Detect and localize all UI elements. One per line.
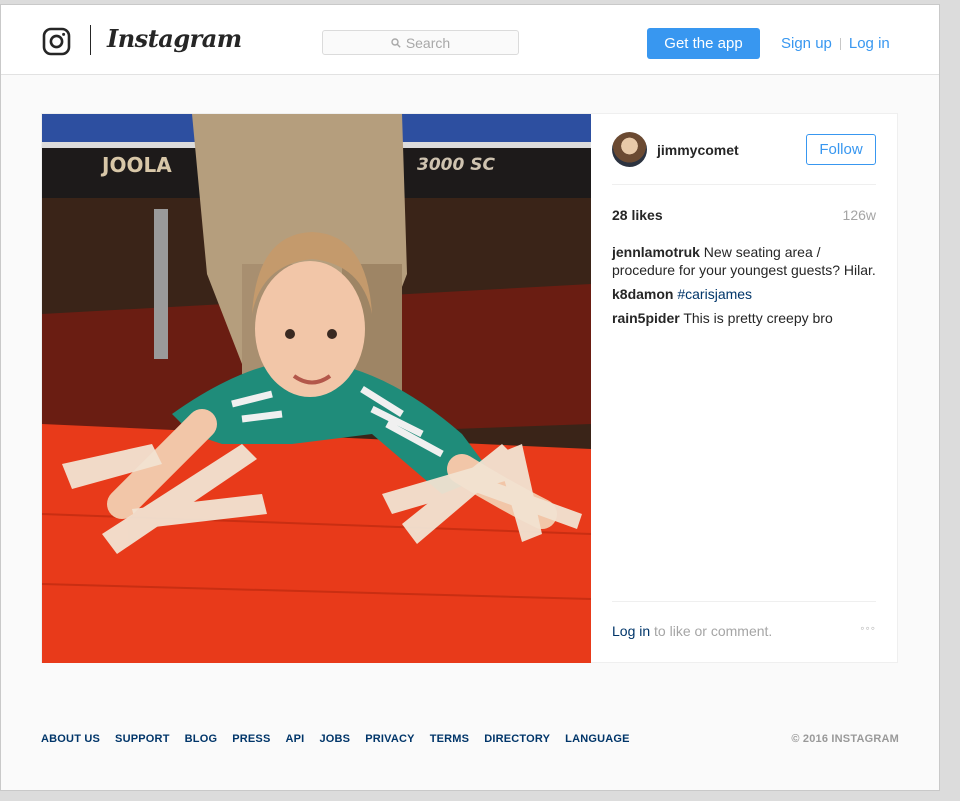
comment-username[interactable]: k8damon bbox=[612, 286, 673, 302]
auth-divider bbox=[839, 37, 841, 50]
follow-button[interactable]: Follow bbox=[806, 134, 876, 165]
logo-divider bbox=[90, 25, 91, 55]
instagram-wordmark[interactable]: Instagram bbox=[107, 24, 242, 53]
comment: jennlamotruk New seating area / procedur… bbox=[612, 243, 876, 279]
instagram-camera-icon[interactable] bbox=[42, 27, 71, 56]
post-age[interactable]: 126w bbox=[843, 207, 876, 223]
login-to-comment-link[interactable]: Log in bbox=[612, 623, 650, 639]
browser-page: Instagram Search Get the app Sign up Log… bbox=[0, 4, 940, 791]
login-prompt: Log in to like or comment. bbox=[612, 623, 772, 639]
auth-links: Sign up Log in bbox=[781, 35, 890, 52]
comment-text: This is pretty creepy bro bbox=[683, 310, 833, 326]
hashtag-link[interactable]: #carisjames bbox=[677, 286, 752, 302]
get-the-app-button[interactable]: Get the app bbox=[647, 28, 760, 59]
search-icon bbox=[391, 37, 401, 48]
footer-links: ABOUT US SUPPORT BLOG PRESS API JOBS PRI… bbox=[41, 733, 899, 745]
top-nav: Instagram Search Get the app Sign up Log… bbox=[1, 5, 939, 75]
footer-link-directory[interactable]: DIRECTORY bbox=[484, 733, 550, 745]
post-username[interactable]: jimmycomet bbox=[657, 142, 739, 158]
likes-count[interactable]: 28 likes bbox=[612, 207, 663, 223]
footer-link-press[interactable]: PRESS bbox=[232, 733, 270, 745]
comment-username[interactable]: jennlamotruk bbox=[612, 244, 700, 260]
page-footer: ABOUT US SUPPORT BLOG PRESS API JOBS PRI… bbox=[41, 733, 899, 745]
log-in-link[interactable]: Log in bbox=[849, 35, 890, 52]
copyright: © 2016 INSTAGRAM bbox=[791, 733, 899, 745]
comment-username[interactable]: rain5pider bbox=[612, 310, 680, 326]
footer-link-language[interactable]: LANGUAGE bbox=[565, 733, 630, 745]
post-sidebar: jimmycomet Follow 28 likes 126w jennlamo… bbox=[591, 114, 897, 663]
post-actions: Log in to like or comment. ◦◦◦ bbox=[612, 601, 876, 641]
comment: rain5pider This is pretty creepy bro bbox=[612, 309, 876, 327]
post-header: jimmycomet Follow bbox=[612, 132, 876, 185]
comments-list: jennlamotruk New seating area / procedur… bbox=[612, 243, 876, 333]
search-input[interactable]: Search bbox=[322, 30, 519, 55]
footer-link-blog[interactable]: BLOG bbox=[185, 733, 218, 745]
table-brand-right: 3000 SC bbox=[417, 155, 495, 175]
more-options-icon[interactable]: ◦◦◦ bbox=[860, 621, 876, 635]
sign-up-link[interactable]: Sign up bbox=[781, 35, 832, 52]
comment: k8damon #carisjames bbox=[612, 285, 876, 303]
search-placeholder: Search bbox=[405, 34, 451, 51]
login-prompt-text: to like or comment. bbox=[650, 623, 773, 639]
footer-link-about-us[interactable]: ABOUT US bbox=[41, 733, 100, 745]
footer-link-support[interactable]: SUPPORT bbox=[115, 733, 170, 745]
footer-link-api[interactable]: API bbox=[286, 733, 305, 745]
post-photo[interactable]: JOOLA 3000 SC bbox=[42, 114, 591, 663]
avatar[interactable] bbox=[612, 132, 647, 167]
footer-link-jobs[interactable]: JOBS bbox=[319, 733, 350, 745]
post-card: JOOLA 3000 SC jimmycomet Follow 28 likes… bbox=[41, 113, 898, 663]
table-brand-left: JOOLA bbox=[100, 153, 172, 177]
footer-link-terms[interactable]: TERMS bbox=[430, 733, 470, 745]
footer-link-privacy[interactable]: PRIVACY bbox=[365, 733, 414, 745]
post-photo-image: JOOLA 3000 SC bbox=[42, 114, 591, 663]
